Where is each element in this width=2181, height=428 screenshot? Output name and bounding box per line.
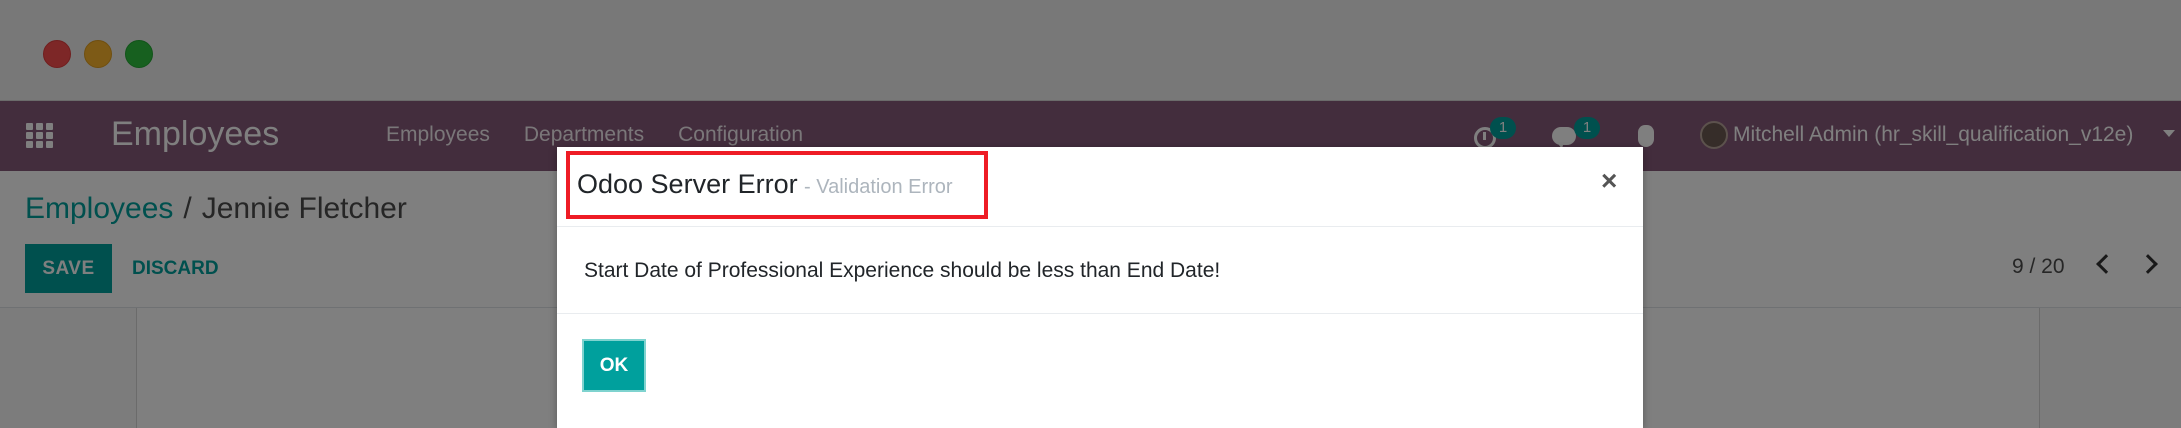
- dialog-subtitle: - Validation Error: [804, 176, 953, 198]
- dialog-title: Odoo Server Error: [577, 169, 798, 199]
- error-message: Start Date of Professional Experience sh…: [584, 259, 1221, 282]
- dialog-header: Odoo Server Error - Validation Error ×: [557, 147, 1643, 227]
- close-icon[interactable]: ×: [1601, 165, 1617, 197]
- dialog-body: Start Date of Professional Experience sh…: [557, 227, 1643, 314]
- error-dialog: Odoo Server Error - Validation Error × S…: [557, 147, 1643, 428]
- ok-button[interactable]: OK: [582, 339, 646, 392]
